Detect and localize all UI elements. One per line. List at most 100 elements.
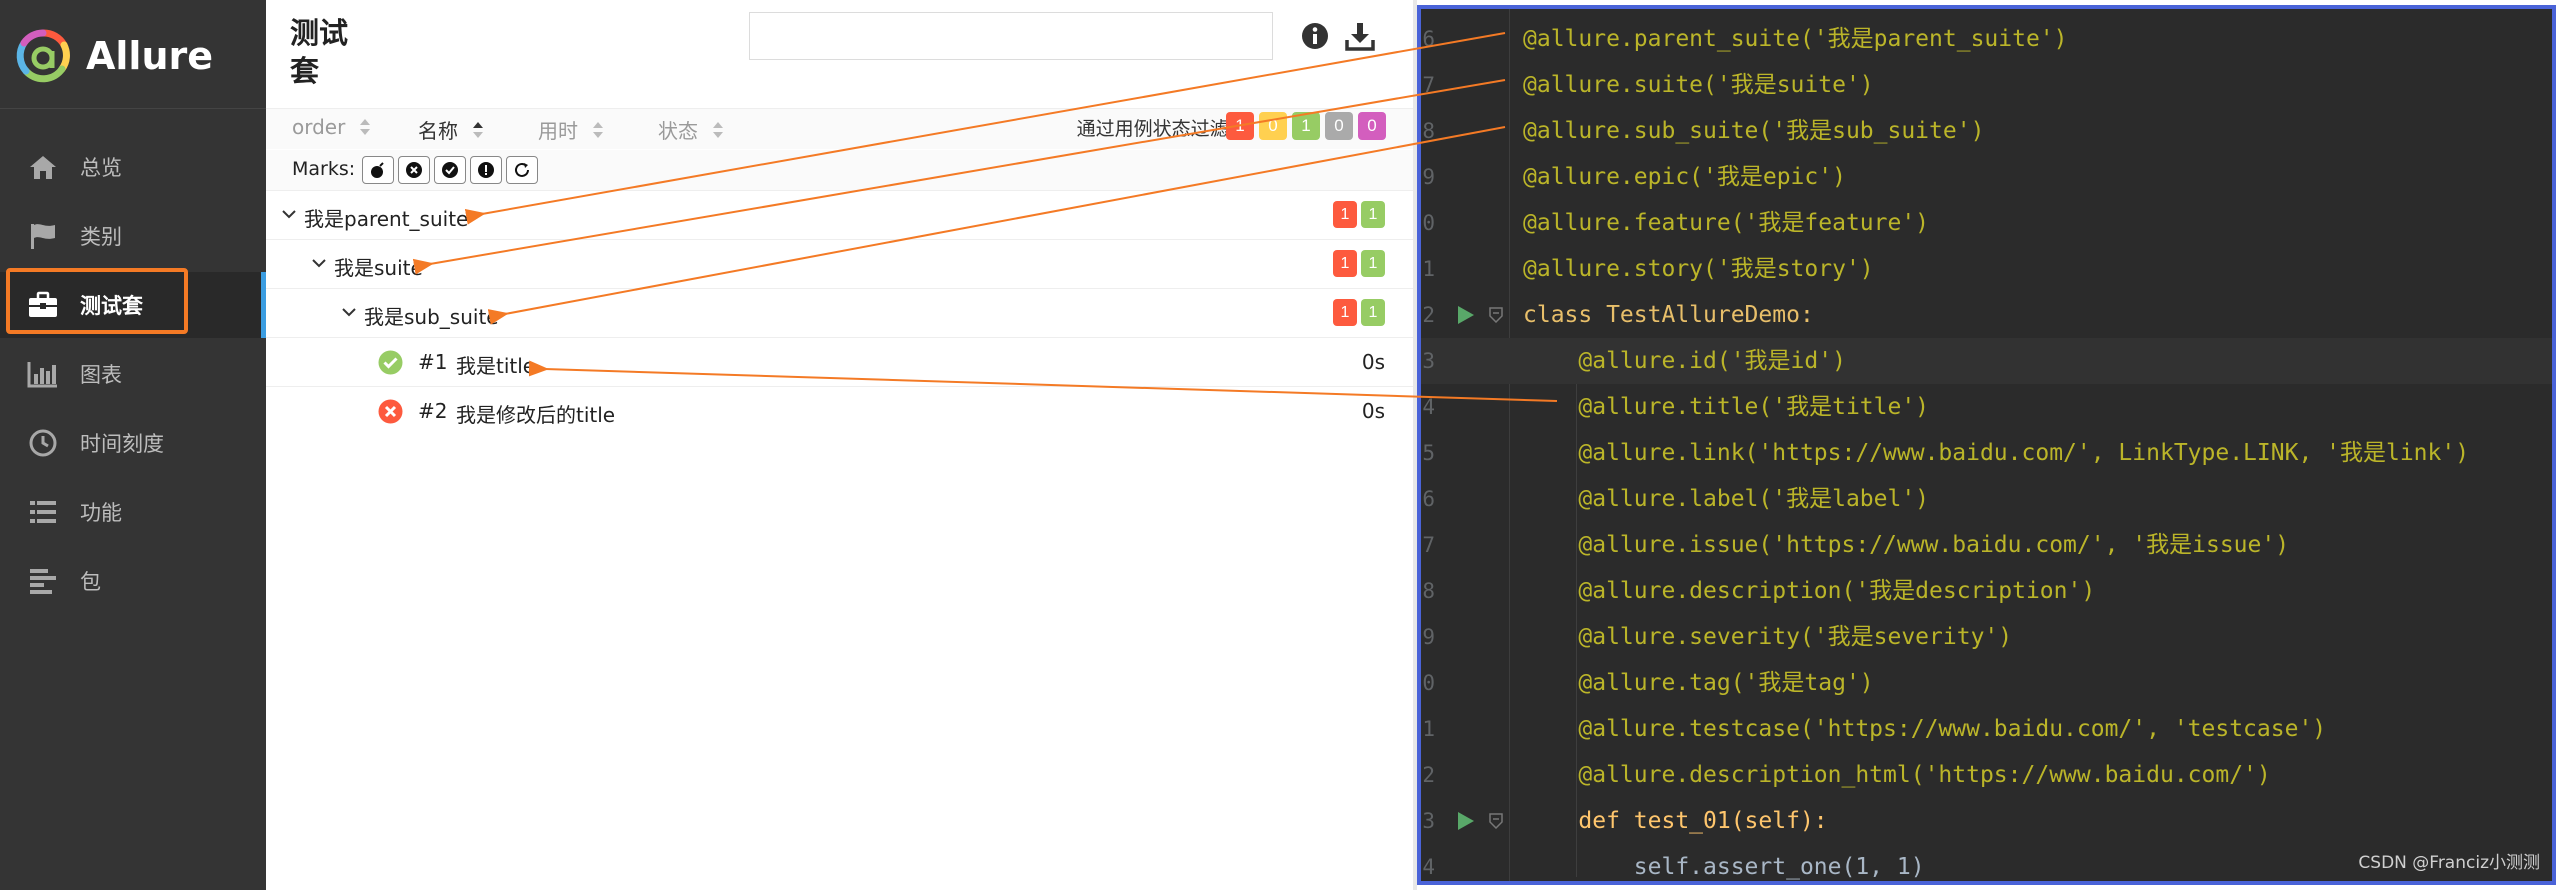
code-line[interactable]: 7 @allure.issue('https://www.baidu.com/'… — [1421, 522, 2552, 568]
suite-name: 我是suite — [334, 256, 423, 280]
test-case-name: 我是修改后的title — [456, 403, 616, 427]
line-number: 7 — [1422, 73, 1435, 97]
sort-order[interactable]: order — [292, 115, 371, 139]
sidebar-item-behaviors[interactable]: 功能 — [0, 479, 266, 545]
suite-node-parent[interactable]: 我是parent_suite 1 1 — [266, 191, 1413, 240]
code-line[interactable]: 1 @allure.story('我是story') — [1421, 246, 2552, 292]
sidebar-item-label: 类别 — [80, 225, 122, 249]
code-text: @allure.story('我是story') — [1523, 256, 1874, 282]
code-line[interactable]: 2 @allure.description_html('https://www.… — [1421, 752, 2552, 798]
code-line[interactable]: 1 @allure.testcase('https://www.baidu.co… — [1421, 706, 2552, 752]
code-text: @allure.tag('我是tag') — [1523, 670, 1874, 696]
code-line[interactable]: 2 class TestAllureDemo: — [1421, 292, 2552, 338]
sort-arrows-icon — [712, 121, 724, 139]
code-line[interactable]: 8 @allure.sub_suite('我是sub_suite') — [1421, 108, 2552, 154]
line-number: 7 — [1422, 533, 1435, 557]
sidebar-item-categories[interactable]: 类别 — [0, 203, 266, 269]
filter-passed-toggle[interactable]: 1 — [1292, 112, 1320, 140]
line-number: 0 — [1422, 211, 1435, 235]
exclamation-circle-icon — [478, 162, 494, 178]
line-number: 4 — [1422, 395, 1435, 419]
suite-node-sub-suite[interactable]: 我是sub_suite 1 1 — [266, 289, 1413, 338]
line-number: 1 — [1422, 257, 1435, 281]
refresh-icon — [515, 162, 529, 177]
sidebar-item-packages[interactable]: 包 — [0, 548, 266, 614]
test-case-duration: 0s — [1361, 350, 1385, 374]
run-icon[interactable] — [1455, 811, 1475, 831]
status-filter: 1 0 1 0 0 — [1226, 112, 1386, 140]
code-text: @allure.feature('我是feature') — [1523, 210, 1930, 236]
run-icon[interactable] — [1455, 305, 1475, 325]
line-number: 5 — [1422, 441, 1435, 465]
mark-new-failed-button[interactable] — [398, 156, 430, 184]
sidebar-item-label: 包 — [80, 570, 101, 594]
suite-node-suite[interactable]: 我是suite 1 1 — [266, 240, 1413, 289]
filter-unknown-toggle[interactable]: 0 — [1358, 112, 1386, 140]
code-line[interactable]: 5 @allure.link('https://www.baidu.com/',… — [1421, 430, 2552, 476]
mark-new-broken-button[interactable] — [470, 156, 502, 184]
sidebar-item-label: 功能 — [80, 501, 122, 525]
page-title: 测试套 — [290, 16, 349, 88]
fold-icon[interactable] — [1489, 307, 1503, 323]
line-number: 8 — [1422, 579, 1435, 603]
failed-count-badge: 1 — [1333, 201, 1357, 228]
code-line[interactable]: 8 @allure.description('我是description') — [1421, 568, 2552, 614]
code-line[interactable]: 4 @allure.title('我是title') — [1421, 384, 2552, 430]
line-number: 2 — [1422, 763, 1435, 787]
test-case-duration: 0s — [1361, 399, 1385, 423]
chevron-down-icon — [342, 308, 356, 317]
sidebar: Allure 总览 类别 测试套 图表 时间刻度 功能 包 — [0, 0, 266, 890]
sort-label: 状态 — [658, 119, 698, 143]
test-case-row[interactable]: #2 我是修改后的title 0s — [266, 387, 1413, 436]
code-line[interactable]: 9 @allure.severity('我是severity') — [1421, 614, 2552, 660]
status-filter-label: 通过用例状态过滤: — [1076, 118, 1235, 140]
sidebar-item-overview[interactable]: 总览 — [0, 134, 266, 200]
sidebar-item-graphs[interactable]: 图表 — [0, 341, 266, 407]
fold-icon[interactable] — [1489, 813, 1503, 829]
filter-failed-toggle[interactable]: 1 — [1226, 112, 1254, 140]
code-line[interactable]: 0 @allure.tag('我是tag') — [1421, 660, 2552, 706]
search-input[interactable] — [749, 12, 1273, 60]
filter-broken-toggle[interactable]: 0 — [1259, 112, 1287, 140]
sort-arrows-icon — [592, 121, 604, 139]
brand[interactable]: Allure — [16, 26, 213, 86]
sort-arrows-icon — [472, 121, 484, 139]
line-number: 8 — [1422, 119, 1435, 143]
code-text: @allure.parent_suite('我是parent_suite') — [1523, 26, 2068, 52]
bar-chart-icon — [26, 357, 60, 391]
sidebar-item-label: 时间刻度 — [80, 432, 164, 456]
code-text: @allure.issue('https://www.baidu.com/', … — [1523, 532, 2290, 558]
code-line-current[interactable]: 3 @allure.id('我是id') — [1421, 338, 2552, 384]
code-line[interactable]: 0 @allure.feature('我是feature') — [1421, 200, 2552, 246]
mark-flaky-button[interactable] — [362, 156, 394, 184]
line-number: 9 — [1422, 165, 1435, 189]
line-number: 3 — [1422, 809, 1435, 833]
code-text: self.assert_one(1, 1) — [1523, 854, 1925, 880]
mark-new-passed-button[interactable] — [434, 156, 466, 184]
passed-count-badge: 1 — [1361, 299, 1385, 326]
filter-skipped-toggle[interactable]: 0 — [1325, 112, 1353, 140]
code-line[interactable]: 9 @allure.epic('我是epic') — [1421, 154, 2552, 200]
sort-status[interactable]: 状态 — [658, 115, 724, 144]
align-left-icon — [26, 564, 60, 598]
times-circle-icon — [406, 162, 422, 178]
failed-count-badge: 1 — [1333, 250, 1357, 277]
download-icon[interactable] — [1344, 20, 1376, 52]
line-number: 4 — [1422, 855, 1435, 879]
sort-label: 名称 — [418, 119, 458, 143]
code-line[interactable]: 3 def test_01(self): — [1421, 798, 2552, 844]
code-text: @allure.epic('我是epic') — [1523, 164, 1846, 190]
code-text: @allure.description('我是description') — [1523, 578, 2096, 604]
sidebar-item-timeline[interactable]: 时间刻度 — [0, 410, 266, 476]
code-line[interactable]: 6 @allure.label('我是label') — [1421, 476, 2552, 522]
sort-duration[interactable]: 用时 — [538, 115, 604, 144]
code-line[interactable]: 7 @allure.suite('我是suite') — [1421, 62, 2552, 108]
line-number: 2 — [1422, 303, 1435, 327]
sort-name[interactable]: 名称 — [418, 115, 484, 144]
mark-retries-button[interactable] — [506, 156, 538, 184]
info-icon[interactable] — [1299, 20, 1331, 52]
code-line[interactable]: 6 @allure.parent_suite('我是parent_suite') — [1421, 16, 2552, 62]
test-case-row[interactable]: #1 我是title 0s — [266, 338, 1413, 387]
code-text: @allure.title('我是title') — [1523, 394, 1930, 420]
code-text: @allure.link('https://www.baidu.com/', L… — [1523, 440, 2470, 466]
